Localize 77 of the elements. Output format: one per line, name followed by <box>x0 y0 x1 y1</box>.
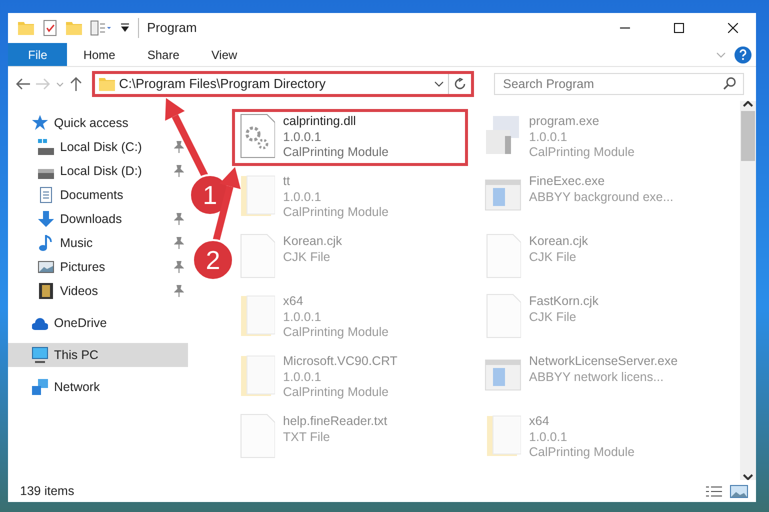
close-icon[interactable] <box>728 23 738 33</box>
address-path: C:\Program Files\Program Directory <box>119 75 327 94</box>
sidebar-item[interactable]: Videos <box>8 279 188 303</box>
file-detail: CalPrinting Module <box>283 145 389 161</box>
pin-icon[interactable] <box>174 165 184 177</box>
details-view-icon[interactable] <box>706 486 722 496</box>
search-icon <box>723 77 736 90</box>
pin-icon[interactable] <box>174 261 184 273</box>
file-detail: 1.0.0.1 <box>283 370 322 386</box>
file-detail: TXT File <box>283 430 331 446</box>
refresh-icon[interactable] <box>454 78 466 90</box>
scroll-down-icon[interactable] <box>743 474 753 480</box>
sidebar-item[interactable]: Local Disk (D:) <box>8 159 188 183</box>
file-detail: CalPrinting Module <box>283 205 389 221</box>
file-detail: CalPrinting Module <box>283 385 390 401</box>
file-detail: 1.0.0.1 <box>283 310 322 326</box>
help-icon[interactable] <box>734 46 752 64</box>
sidebar-item[interactable]: Documents <box>8 183 188 207</box>
expand-ribbon-icon[interactable] <box>716 52 726 58</box>
address-bar[interactable]: C:\Program Files\Program Directory <box>92 71 474 97</box>
recent-icon[interactable] <box>56 82 64 86</box>
sidebar-item[interactable]: OneDrive <box>8 311 188 335</box>
music-icon <box>38 235 54 251</box>
file-detail: ABBYY network licens... <box>529 370 665 386</box>
sidebar-item[interactable]: Music <box>8 231 188 255</box>
sidebar-item[interactable]: Pictures <box>8 255 188 279</box>
sidebar-item[interactable]: Local Disk (C:) <box>8 135 188 159</box>
film-icon <box>38 283 54 299</box>
ribbon-tab[interactable]: Share <box>131 43 196 66</box>
pictures-icon <box>38 259 54 275</box>
dropdown-icon[interactable] <box>434 81 444 87</box>
file-detail: CJK File <box>283 250 332 266</box>
star-icon <box>32 115 48 131</box>
ribbon-tab[interactable]: View <box>195 43 254 66</box>
file-detail: CJK File <box>529 310 578 326</box>
document-icon <box>38 187 54 203</box>
file-detail: CJK File <box>529 250 578 266</box>
search-field[interactable]: Search Program <box>494 73 744 95</box>
file-detail: 1.0.0.1 <box>283 190 322 206</box>
ribbon-tab[interactable]: File <box>8 43 68 66</box>
file-detail: 1.0.0.1 <box>283 130 322 146</box>
customize-icon[interactable] <box>120 23 130 33</box>
sidebar-item[interactable]: Downloads <box>8 207 188 231</box>
scrollbar[interactable] <box>740 101 756 480</box>
pin-icon[interactable] <box>174 141 184 153</box>
window-title: Program <box>138 18 197 38</box>
tiles-view-icon[interactable] <box>730 484 748 498</box>
step-marker: 2 <box>192 239 234 281</box>
download-icon <box>38 211 54 227</box>
computer-icon <box>32 347 48 363</box>
network-icon <box>32 379 48 395</box>
drive-icon <box>38 139 54 155</box>
maximize-icon[interactable] <box>674 23 684 33</box>
scroll-thumb[interactable] <box>741 111 755 161</box>
properties-icon[interactable] <box>42 20 58 36</box>
back-icon[interactable] <box>16 78 30 90</box>
settings-file-icon[interactable] <box>239 114 275 158</box>
ribbon-tab[interactable]: Home <box>67 43 132 66</box>
file-detail: 1.0.0.1 <box>529 430 568 446</box>
view-icon[interactable] <box>90 20 112 36</box>
scroll-up-icon[interactable] <box>743 101 753 107</box>
cloud-icon <box>32 315 48 331</box>
sidebar-item[interactable]: Quick access <box>8 111 188 135</box>
up-icon[interactable] <box>70 77 82 91</box>
file-detail: 1.0.0.1 <box>529 130 568 146</box>
pin-icon[interactable] <box>174 285 184 297</box>
file-detail: CalPrinting Module <box>283 325 389 341</box>
item-count: 139 items <box>20 482 74 500</box>
file-name[interactable]: calprinting.dll <box>283 114 389 130</box>
sidebar-item[interactable]: This PC <box>8 343 188 367</box>
sidebar-item[interactable]: Network <box>8 375 188 399</box>
file-detail: CalPrinting Module <box>529 145 635 161</box>
folder-icon <box>99 76 115 92</box>
pin-icon[interactable] <box>174 237 184 249</box>
file-detail: ABBYY background exe... <box>529 190 674 206</box>
pin-icon[interactable] <box>174 213 184 225</box>
file-detail: CalPrinting Module <box>529 445 635 461</box>
